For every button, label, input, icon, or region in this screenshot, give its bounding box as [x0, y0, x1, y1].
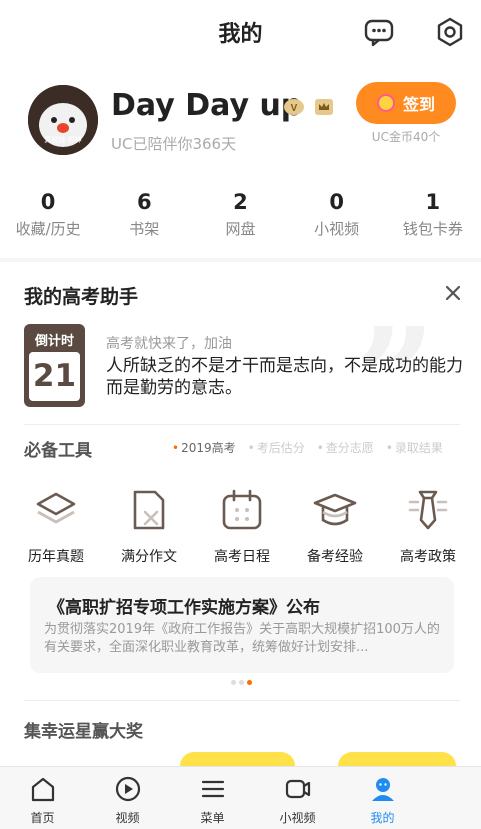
tool-label: 满分作文 [121, 549, 177, 565]
svg-text:V: V [291, 103, 298, 114]
tool-prep-experience[interactable]: 备考经验 [295, 488, 375, 566]
carousel-dots [231, 680, 255, 685]
page-title: 我的 [218, 22, 263, 47]
stat-label: 网盘 [225, 220, 256, 238]
settings-icon[interactable] [434, 16, 466, 48]
tab-short-video[interactable]: 小视频 [255, 767, 340, 829]
quote-text: 人所缺乏的不是才干而是志向，不是成功的能力而是勤劳的意志。 [106, 356, 463, 398]
tool-exam-schedule[interactable]: 高考日程 [202, 488, 282, 566]
calendar-icon [222, 489, 262, 530]
stat-label: 书架 [129, 220, 160, 238]
tab-label: 菜单 [200, 811, 225, 825]
companion-days: UC已陪伴你366天 [111, 135, 237, 153]
tools-title: 必备工具 [24, 441, 92, 461]
countdown-days: 21 [29, 352, 80, 401]
tab-label: 首页 [30, 811, 55, 825]
tab-label: 视频 [115, 811, 140, 825]
tab-label: 小视频 [279, 811, 316, 825]
tool-label: 高考政策 [400, 549, 456, 565]
stat-label: 小视频 [314, 220, 360, 238]
menu-icon [201, 780, 224, 798]
lucky-star-title: 集幸运星赢大奖 [24, 722, 143, 742]
countdown-box: 倒计时 21 [24, 324, 85, 407]
carousel-dot[interactable] [231, 680, 236, 685]
tool-full-score-essay[interactable]: 满分作文 [109, 488, 189, 566]
stat-number: 0 [329, 190, 344, 214]
play-icon [115, 776, 140, 802]
coin-icon [376, 94, 395, 112]
tie-icon [408, 490, 448, 530]
tools-tab-2019[interactable]: 2019高考 [172, 439, 236, 456]
crown-badge-icon[interactable] [313, 96, 335, 118]
divider [24, 700, 460, 701]
home-icon [31, 777, 54, 802]
stat-favorites[interactable]: 0 收藏/历史 [0, 190, 96, 239]
news-title: 《高职扩招专项工作实施方案》公布 [48, 598, 320, 618]
signin-label: 签到 [402, 95, 435, 114]
coin-count: UC金币40个 [371, 130, 441, 144]
user-name: Day Day up [111, 88, 303, 123]
quote-subtitle: 高考就快来了，加油 [106, 336, 232, 352]
signin-button[interactable]: 签到 [356, 82, 456, 124]
countdown-label: 倒计时 [34, 334, 74, 349]
divider [24, 424, 460, 425]
news-description: 为贯彻落实2019年《政府工作报告》关于高职大规模扩招100万人的有关要求，全面… [44, 622, 440, 655]
tool-label: 备考经验 [307, 549, 363, 565]
video-camera-icon [285, 779, 310, 799]
close-icon[interactable] [443, 283, 463, 303]
carousel-dot-active[interactable] [247, 680, 252, 685]
layers-icon [36, 492, 76, 524]
tool-label: 历年真题 [28, 549, 84, 565]
bottom-tab-bar: 首页 视频 菜单 小视频 我的 [0, 766, 481, 829]
stat-number: 2 [233, 190, 248, 214]
stat-number: 1 [425, 190, 441, 214]
tab-mine[interactable]: 我的 [340, 767, 425, 829]
vip-badge-icon[interactable]: V [283, 96, 305, 118]
user-icon [371, 778, 394, 801]
tool-past-papers[interactable]: 历年真题 [16, 488, 96, 566]
tool-exam-policy[interactable]: 高考政策 [388, 488, 468, 566]
stat-number: 6 [136, 190, 152, 214]
message-icon[interactable] [363, 16, 395, 48]
stat-wallet[interactable]: 1 钱包卡券 [385, 190, 481, 239]
tab-label: 我的 [370, 811, 395, 825]
tools-tab-admission[interactable]: 录取结果 [386, 439, 443, 456]
carousel-dot[interactable] [239, 680, 244, 685]
tab-home[interactable]: 首页 [0, 767, 85, 829]
avatar[interactable]: 真视频 抓神 [28, 85, 98, 155]
tools-tabs: 2019高考 考后估分 查分志愿 录取结果 [172, 439, 455, 456]
stat-label: 收藏/历史 [15, 220, 81, 238]
essay-icon [133, 490, 165, 530]
avatar-caption: 真视频 抓神 [44, 136, 82, 144]
stat-netdisk[interactable]: 2 网盘 [192, 190, 288, 239]
graduation-cap-icon [313, 493, 357, 526]
stat-short-video[interactable]: 0 小视频 [289, 190, 385, 239]
tab-video[interactable]: 视频 [85, 767, 170, 829]
tools-tab-score-estimate[interactable]: 考后估分 [248, 439, 305, 456]
stat-label: 钱包卡券 [402, 220, 463, 238]
card-title: 我的高考助手 [24, 286, 139, 308]
news-banner[interactable]: 《高职扩招专项工作实施方案》公布 为贯彻落实2019年《政府工作报告》关于高职大… [30, 577, 454, 673]
tool-label: 高考日程 [214, 549, 270, 565]
stats-row: 0 收藏/历史 6 书架 2 网盘 0 小视频 1 钱包卡券 [0, 190, 481, 239]
stat-bookshelf[interactable]: 6 书架 [96, 190, 192, 239]
tools-tab-volunteer[interactable]: 查分志愿 [317, 439, 374, 456]
tab-menu[interactable]: 菜单 [170, 767, 255, 829]
stat-number: 0 [40, 190, 56, 214]
